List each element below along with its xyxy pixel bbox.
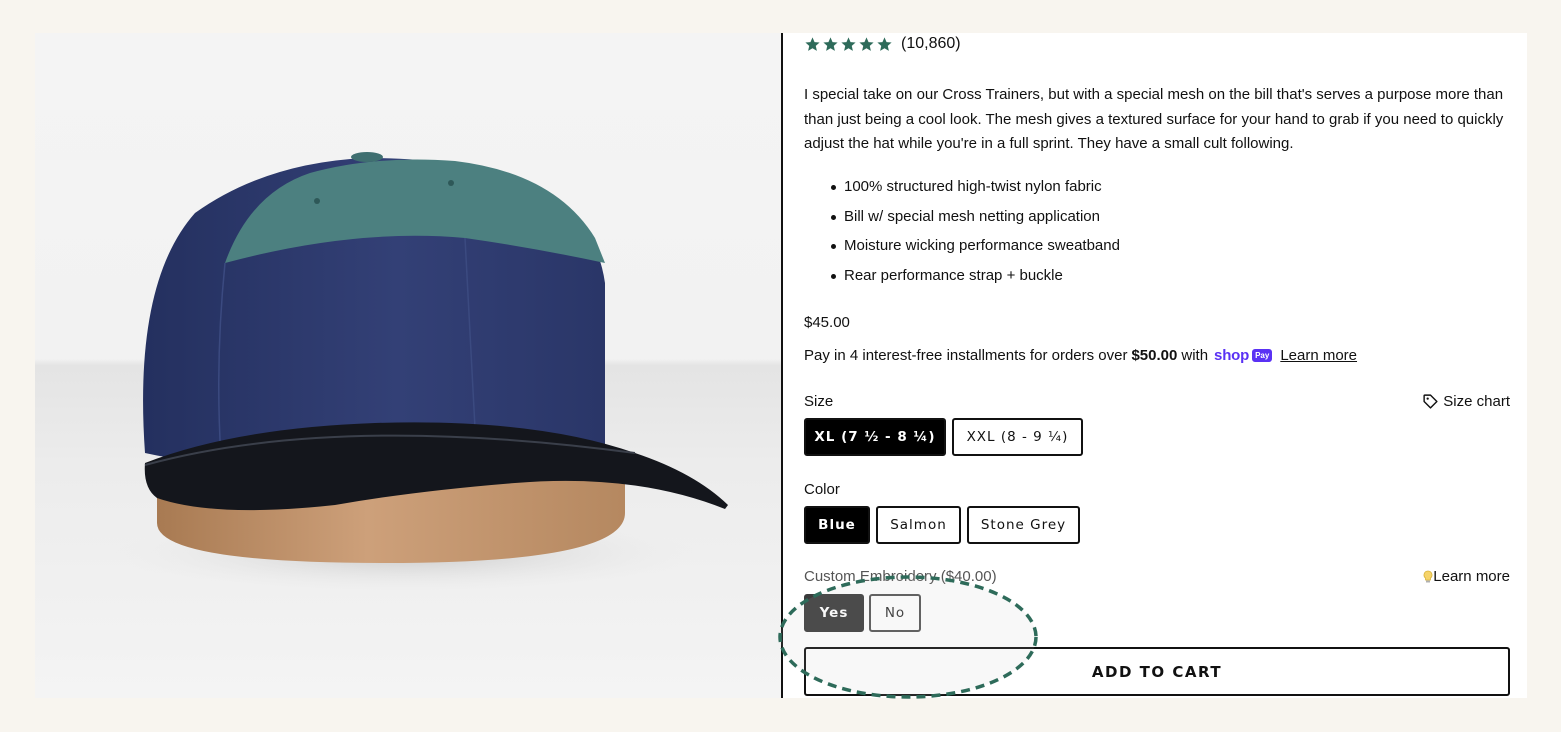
size-chart-label: Size chart [1443,393,1510,410]
size-option-xl[interactable]: XL (7 ½ - 8 ¼) [804,418,946,456]
installments-text: Pay in 4 interest-free installments for … [804,347,1128,364]
product-description: I special take on our Cross Trainers, bu… [804,86,1504,152]
lightbulb-icon [1423,570,1433,582]
star-icon [805,36,820,51]
color-label: Color [804,481,840,498]
feature-list: 100% structured high-twist nylon fabric … [831,172,1120,291]
feature-item: Bill w/ special mesh netting application [831,202,1120,232]
size-chart-link[interactable]: Size chart [1422,393,1510,410]
installments-with: with [1181,347,1209,364]
feature-item: 100% structured high-twist nylon fabric [831,172,1120,202]
installments-message: Pay in 4 interest-free installments for … [804,347,1357,364]
product-info: (10,860) I special take on our Cross Tra… [804,33,1510,698]
embroidery-learn-more-link[interactable]: Learn more [1423,568,1510,585]
feature-item: Moisture wicking performance sweatband [831,231,1120,261]
price: $45.00 [804,314,850,331]
star-icon [859,36,874,51]
star-icon [823,36,838,51]
star-rating [804,36,893,53]
installments-amount: $50.00 [1131,347,1178,364]
star-icon [841,36,856,51]
review-count[interactable]: (10,860) [901,35,961,53]
rating: (10,860) [804,35,961,53]
feature-item: Rear performance strap + buckle [831,261,1120,291]
product-image [35,33,781,698]
color-option-blue[interactable]: Blue [804,506,870,544]
size-label: Size [804,393,834,410]
installments-learn-more-link[interactable]: Learn more [1280,347,1357,364]
embroidery-option-no[interactable]: No [869,594,921,632]
column-divider [781,33,783,698]
add-to-cart-button[interactable]: ADD TO CART [804,647,1510,696]
shop-pay-logo: shop [1214,347,1250,364]
pay-badge: Pay [1252,349,1273,362]
embroidery-learn-more-label: Learn more [1433,568,1510,585]
tag-icon [1423,394,1438,409]
embroidery-label: Custom Embroidery ($40.00) [804,568,997,585]
color-option-salmon[interactable]: Salmon [876,506,961,544]
color-option-stone-grey[interactable]: Stone Grey [967,506,1080,544]
star-icon [877,36,892,51]
hat-photo [115,152,728,593]
size-option-xxl[interactable]: XXL (8 - 9 ¼) [952,418,1083,456]
embroidery-option-yes[interactable]: Yes [804,594,864,632]
product-card: (10,860) I special take on our Cross Tra… [35,33,1527,699]
